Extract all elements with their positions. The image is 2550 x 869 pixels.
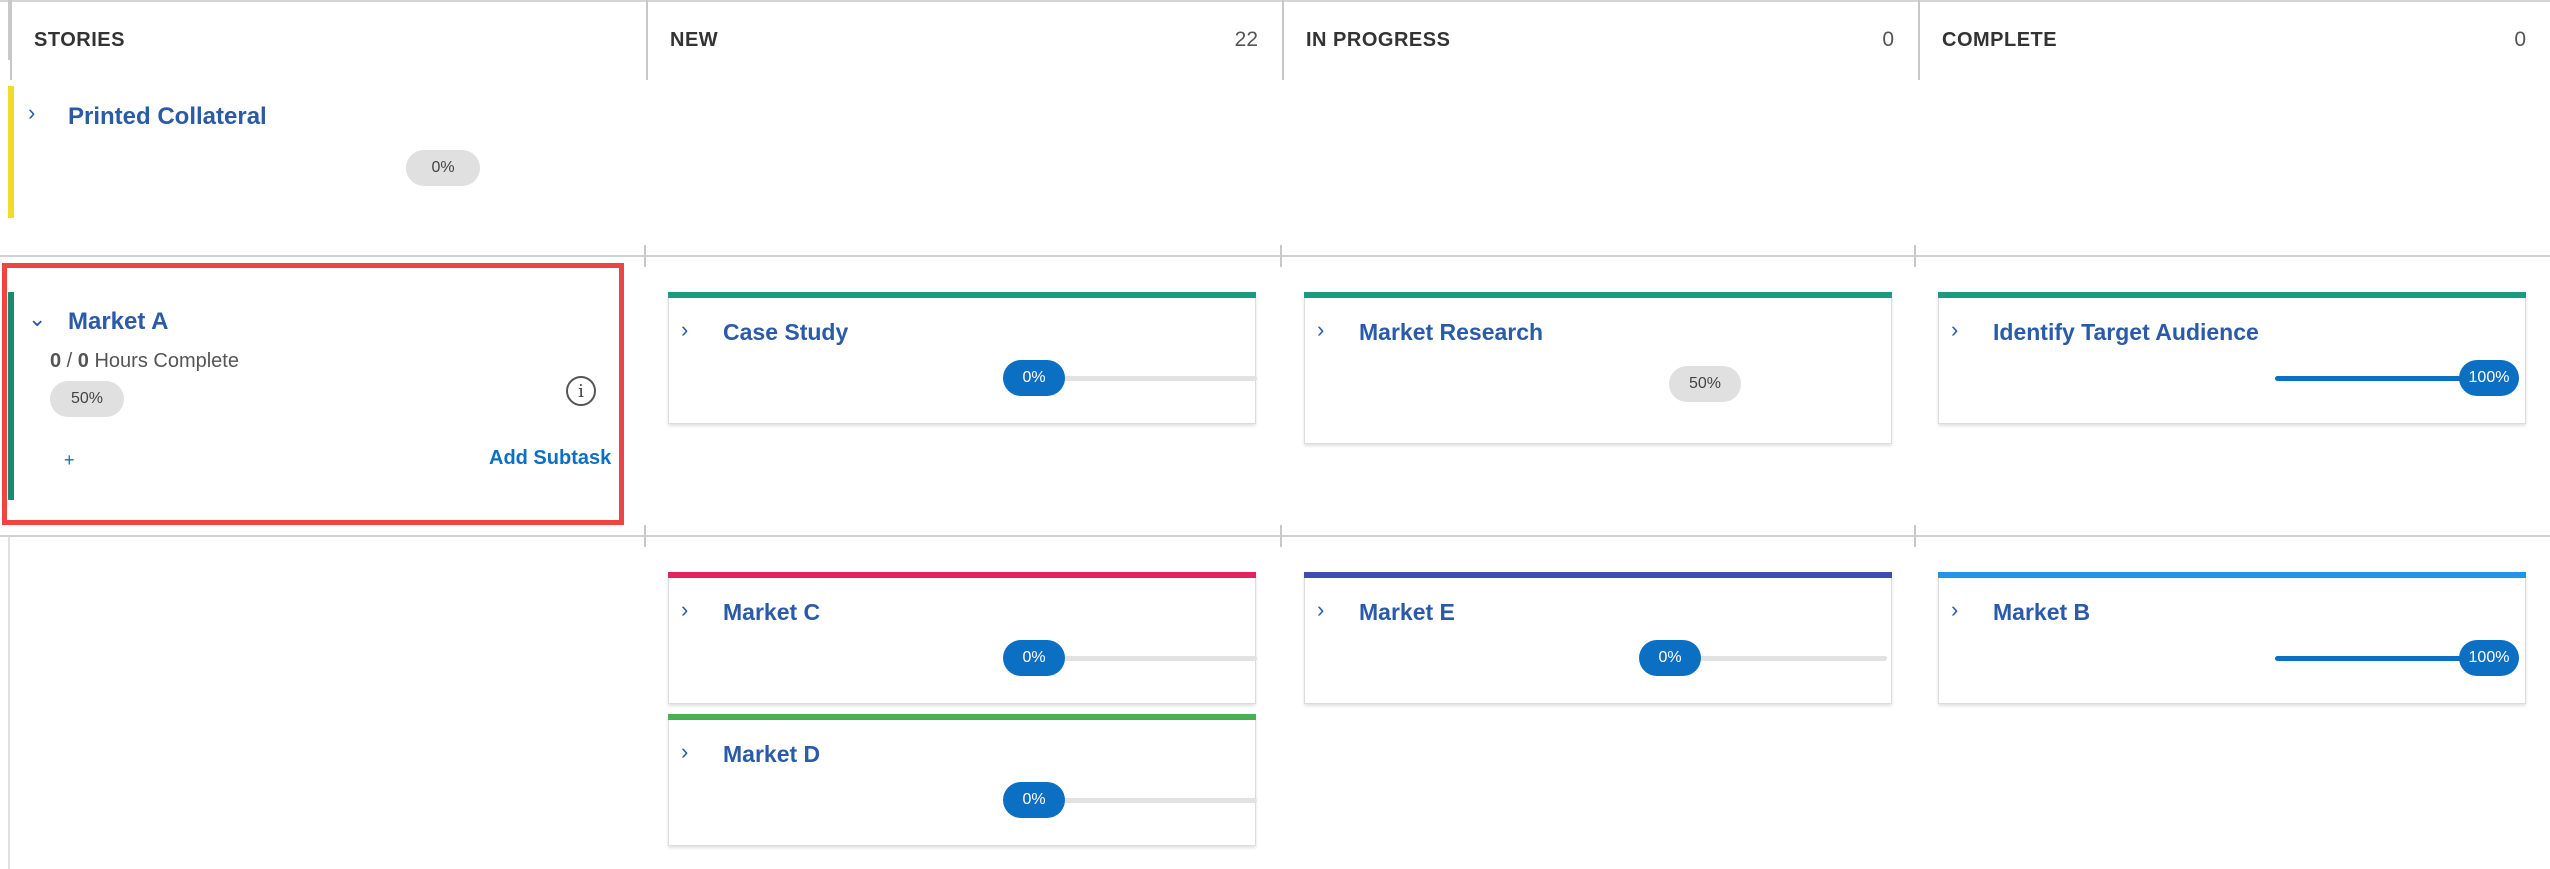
- column-header-new: NEW 22: [646, 0, 1282, 80]
- hours-label: Hours Complete: [88, 350, 239, 372]
- chevron-right-icon[interactable]: ›: [681, 597, 688, 623]
- column-title: STORIES: [34, 28, 125, 51]
- story-color-bar: [8, 86, 14, 218]
- card-title[interactable]: Case Study: [723, 319, 848, 346]
- card-title[interactable]: Market B: [1993, 599, 2090, 626]
- card-color-bar: [1304, 572, 1892, 578]
- card-title[interactable]: Market E: [1359, 599, 1455, 626]
- progress-badge: 100%: [2459, 640, 2519, 676]
- column-tick: [1914, 525, 1916, 547]
- story-progress-badge: 0%: [406, 150, 480, 186]
- column-tick: [1280, 245, 1282, 267]
- chevron-right-icon[interactable]: ›: [28, 102, 35, 124]
- row-divider: [0, 255, 2550, 257]
- row-divider: [0, 535, 2550, 537]
- column-title: IN PROGRESS: [1306, 28, 1451, 51]
- column-tick: [644, 245, 646, 267]
- progress-badge: 0%: [1003, 360, 1065, 396]
- column-title: COMPLETE: [1942, 28, 2058, 51]
- column-title: NEW: [670, 28, 719, 51]
- add-subtask-plus-icon[interactable]: +: [64, 450, 75, 471]
- progress-badge: 100%: [2459, 360, 2519, 396]
- chevron-right-icon[interactable]: ›: [1317, 317, 1324, 343]
- info-icon[interactable]: i: [566, 376, 596, 406]
- progress-badge: 0%: [1003, 782, 1065, 818]
- column-count: 0: [2514, 28, 2526, 51]
- chevron-down-icon[interactable]: ⌄: [28, 308, 46, 330]
- card-color-bar: [668, 292, 1256, 298]
- card-color-bar: [1938, 572, 2526, 578]
- left-border: [8, 537, 10, 869]
- left-border: [8, 0, 10, 60]
- card-title[interactable]: Market C: [723, 599, 820, 626]
- chevron-right-icon[interactable]: ›: [681, 739, 688, 765]
- story-title-market-a[interactable]: Market A: [68, 308, 168, 336]
- chevron-right-icon[interactable]: ›: [1951, 597, 1958, 623]
- column-count: 0: [1882, 28, 1894, 51]
- column-count: 22: [1234, 28, 1258, 51]
- card-color-bar: [668, 714, 1256, 720]
- hours-complete: 0 / 0 Hours Complete: [50, 350, 239, 373]
- card-case-study[interactable]: › Case Study 0%: [668, 292, 1257, 424]
- progress-badge: 0%: [1639, 640, 1701, 676]
- column-tick: [1280, 525, 1282, 547]
- progress-badge: 0%: [1003, 640, 1065, 676]
- chevron-right-icon[interactable]: ›: [681, 317, 688, 343]
- card-title[interactable]: Market D: [723, 741, 820, 768]
- card-market-b[interactable]: › Market B 100%: [1938, 572, 2526, 704]
- chevron-right-icon[interactable]: ›: [1951, 317, 1958, 343]
- progress-badge: 50%: [1669, 366, 1741, 402]
- add-subtask-button[interactable]: Add Subtask: [489, 447, 611, 470]
- column-header-stories: STORIES: [10, 0, 646, 80]
- column-tick: [644, 525, 646, 547]
- card-market-d[interactable]: › Market D 0%: [668, 714, 1257, 846]
- card-color-bar: [1938, 292, 2526, 298]
- card-market-e[interactable]: › Market E 0%: [1304, 572, 1892, 704]
- card-color-bar: [1304, 292, 1892, 298]
- card-market-c[interactable]: › Market C 0%: [668, 572, 1257, 704]
- story-title-printed-collateral[interactable]: Printed Collateral: [68, 103, 267, 131]
- hours-total: 0: [77, 350, 89, 372]
- column-tick: [1914, 245, 1916, 267]
- card-market-research[interactable]: › Market Research 50%: [1304, 292, 1892, 444]
- hours-done: 0: [50, 350, 62, 372]
- card-identify-target-audience[interactable]: › Identify Target Audience 100%: [1938, 292, 2526, 424]
- card-title[interactable]: Market Research: [1359, 319, 1543, 346]
- story-progress-badge: 50%: [50, 381, 124, 417]
- column-header-in-progress: IN PROGRESS 0: [1282, 0, 1918, 80]
- column-header-complete: COMPLETE 0: [1918, 0, 2550, 80]
- chevron-right-icon[interactable]: ›: [1317, 597, 1324, 623]
- hours-separator: /: [61, 350, 78, 372]
- card-title[interactable]: Identify Target Audience: [1993, 319, 2259, 346]
- card-color-bar: [668, 572, 1256, 578]
